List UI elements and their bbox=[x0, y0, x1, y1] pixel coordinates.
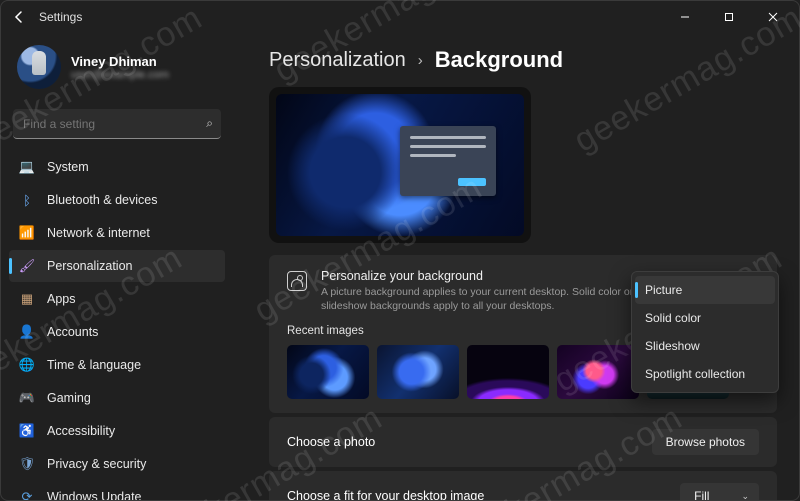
preview-settings-card bbox=[400, 126, 496, 196]
profile[interactable]: Viney Dhiman user@example.com bbox=[9, 37, 225, 101]
nav: 💻 System ᛒ Bluetooth & devices 📶 Network & … bbox=[9, 151, 225, 500]
globe-icon: 🌐 bbox=[19, 357, 35, 373]
gamepad-icon: 🎮 bbox=[19, 390, 35, 406]
sidebar: Viney Dhiman user@example.com ⌕ 💻 System … bbox=[1, 33, 233, 500]
search-box[interactable]: ⌕ bbox=[13, 109, 221, 139]
sidebar-item-update[interactable]: ⟳ Windows Update bbox=[9, 481, 225, 500]
panel-subtitle: A picture background applies to your cur… bbox=[321, 285, 641, 313]
avatar bbox=[17, 45, 61, 89]
sidebar-item-label: Accessibility bbox=[47, 424, 115, 438]
maximize-button[interactable] bbox=[707, 2, 751, 32]
sidebar-item-system[interactable]: 💻 System bbox=[9, 151, 225, 183]
breadcrumb: Personalization › Background bbox=[269, 33, 777, 87]
dropdown-option-picture[interactable]: Picture bbox=[635, 276, 775, 304]
dropdown-option-spotlight[interactable]: Spotlight collection bbox=[635, 360, 775, 388]
background-preview bbox=[269, 87, 531, 243]
sidebar-item-time[interactable]: 🌐 Time & language bbox=[9, 349, 225, 381]
profile-email: user@example.com bbox=[71, 69, 169, 81]
sidebar-item-label: Apps bbox=[47, 292, 76, 306]
fit-select-value: Fill bbox=[694, 489, 709, 500]
choose-fit-label: Choose a fit for your desktop image bbox=[287, 489, 484, 500]
window-controls bbox=[663, 2, 795, 32]
sidebar-item-personalization[interactable]: 🖌 Personalization bbox=[9, 250, 225, 282]
picture-icon bbox=[287, 271, 307, 291]
breadcrumb-parent[interactable]: Personalization bbox=[269, 49, 406, 72]
dropdown-option-slideshow[interactable]: Slideshow bbox=[635, 332, 775, 360]
titlebar: Settings bbox=[1, 1, 799, 33]
content: Personalization › Background Personalize… bbox=[233, 33, 799, 500]
accessibility-icon: ♿ bbox=[19, 423, 35, 439]
wifi-icon: 📶 bbox=[19, 225, 35, 241]
back-button[interactable] bbox=[5, 3, 33, 31]
close-button[interactable] bbox=[751, 2, 795, 32]
sidebar-item-apps[interactable]: ▦ Apps bbox=[9, 283, 225, 315]
background-type-dropdown: Picture Solid color Slideshow Spotlight … bbox=[631, 271, 779, 393]
recent-image-thumb[interactable] bbox=[467, 345, 549, 399]
sidebar-item-label: Accounts bbox=[47, 325, 98, 339]
settings-window: Settings Viney Dhiman user@example.com ⌕… bbox=[0, 0, 800, 501]
breadcrumb-current: Background bbox=[435, 47, 563, 73]
profile-name: Viney Dhiman bbox=[71, 54, 169, 69]
recent-image-thumb[interactable] bbox=[557, 345, 639, 399]
sidebar-item-label: Windows Update bbox=[47, 490, 142, 500]
apps-icon: ▦ bbox=[19, 291, 35, 307]
sidebar-item-gaming[interactable]: 🎮 Gaming bbox=[9, 382, 225, 414]
choose-photo-label: Choose a photo bbox=[287, 435, 375, 449]
update-icon: ⟳ bbox=[19, 489, 35, 500]
sidebar-item-bluetooth[interactable]: ᛒ Bluetooth & devices bbox=[9, 184, 225, 216]
choose-photo-row: Choose a photo Browse photos bbox=[269, 417, 777, 467]
sidebar-item-label: Personalization bbox=[47, 259, 132, 273]
sidebar-item-accessibility[interactable]: ♿ Accessibility bbox=[9, 415, 225, 447]
sidebar-item-label: Network & internet bbox=[47, 226, 150, 240]
brush-icon: 🖌 bbox=[19, 258, 35, 274]
sidebar-item-label: Gaming bbox=[47, 391, 91, 405]
choose-fit-row: Choose a fit for your desktop image Fill… bbox=[269, 471, 777, 500]
sidebar-item-privacy[interactable]: 🛡 Privacy & security bbox=[9, 448, 225, 480]
sidebar-item-label: System bbox=[47, 160, 89, 174]
system-icon: 💻 bbox=[19, 159, 35, 175]
person-icon: 👤 bbox=[19, 324, 35, 340]
search-input[interactable] bbox=[13, 109, 221, 139]
chevron-down-icon: ⌄ bbox=[741, 491, 749, 500]
recent-image-thumb[interactable] bbox=[287, 345, 369, 399]
shield-icon: 🛡 bbox=[19, 456, 35, 472]
recent-image-thumb[interactable] bbox=[377, 345, 459, 399]
preview-wallpaper bbox=[276, 94, 524, 236]
sidebar-item-label: Bluetooth & devices bbox=[47, 193, 158, 207]
window-title: Settings bbox=[39, 10, 663, 24]
browse-photos-button[interactable]: Browse photos bbox=[652, 429, 759, 455]
sidebar-item-label: Privacy & security bbox=[47, 457, 146, 471]
sidebar-item-label: Time & language bbox=[47, 358, 141, 372]
sidebar-item-accounts[interactable]: 👤 Accounts bbox=[9, 316, 225, 348]
chevron-right-icon: › bbox=[418, 52, 423, 69]
minimize-button[interactable] bbox=[663, 2, 707, 32]
fit-select[interactable]: Fill ⌄ bbox=[680, 483, 759, 500]
sidebar-item-network[interactable]: 📶 Network & internet bbox=[9, 217, 225, 249]
bluetooth-icon: ᛒ bbox=[19, 192, 35, 208]
search-icon: ⌕ bbox=[206, 116, 213, 131]
dropdown-option-solid[interactable]: Solid color bbox=[635, 304, 775, 332]
panel-title: Personalize your background bbox=[321, 269, 641, 283]
